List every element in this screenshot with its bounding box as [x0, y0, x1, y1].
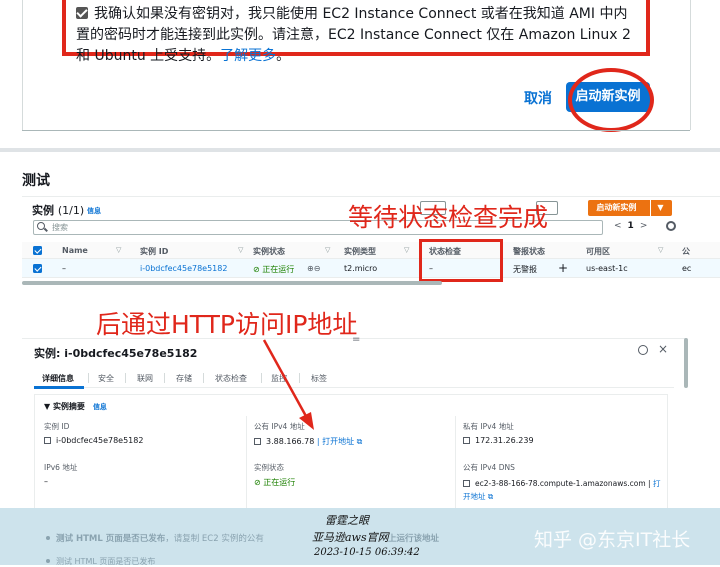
zhihu-watermark: 知乎 @东京IT社长 — [534, 529, 691, 551]
faded-instruction-tail: 上运行该地址 — [388, 534, 440, 544]
faded-instruction-text: ，请复制 EC2 实例的公有 — [165, 534, 264, 544]
signature-line-1: 雷霆之眼 — [325, 514, 369, 527]
faded-instruction-bold: 测试 HTML 页面是否已发布 — [56, 534, 166, 544]
signature-line-2: 亚马逊aws官网 — [312, 531, 389, 544]
annotation-arrow — [262, 339, 314, 430]
signature-timestamp: 2023-10-15 06:39:42 — [314, 547, 420, 558]
faded-instruction-line: 测试 HTML 页面是否已发布，请复制 EC2 实例的公有 — [46, 532, 264, 544]
faded-instruction-line-2: 测试 HTML 页面是否已发布 — [46, 556, 155, 567]
